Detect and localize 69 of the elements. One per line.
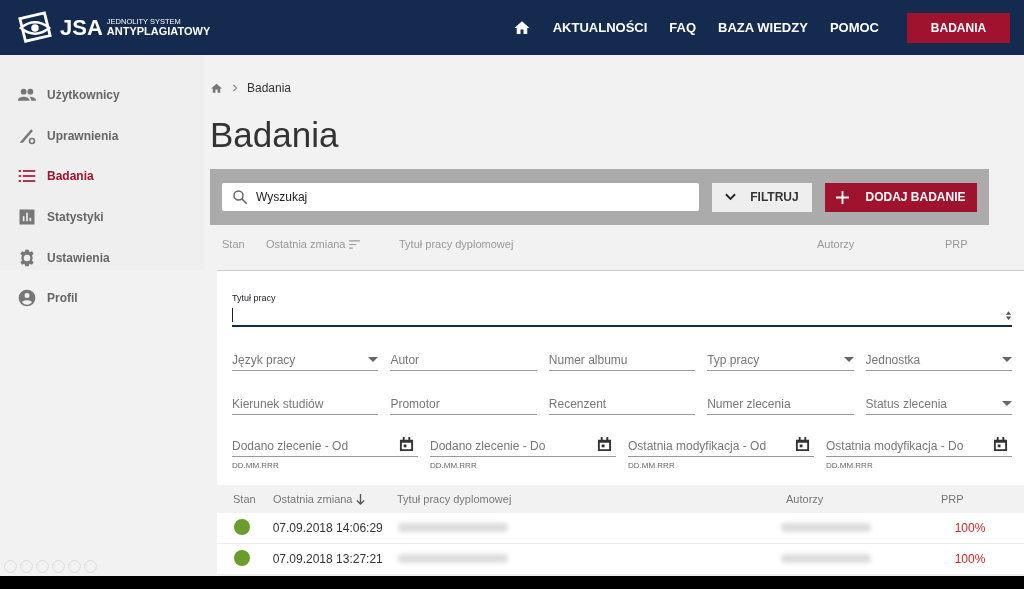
search-field[interactable]: Wyszukaj [222,183,699,211]
dropdown-field[interactable]: Język pracy [232,349,379,371]
chevron-down-icon [725,193,737,201]
nav-link[interactable]: POMOC [829,20,879,35]
eye-logo-icon [16,10,54,45]
input-field[interactable]: Recenzent [548,393,696,415]
date-field[interactable]: Dodano zlecenie - Od [232,435,418,457]
sidebar-item[interactable]: Statystyki [0,196,205,238]
column-header[interactable]: Stan [233,493,256,505]
sidebar-item[interactable]: Użytkownicy [0,75,205,116]
filter-button[interactable]: FILTRUJ [712,182,812,212]
add-study-button[interactable]: DODAJ BADANIE [825,182,977,212]
input-field[interactable]: Autor [390,349,537,371]
field-hint: DD.MM.RRR [628,461,675,470]
field-hint: DD.MM.RRR [826,461,873,470]
calendar-icon[interactable] [597,437,612,452]
input-field[interactable]: Numer zlecenia [707,393,854,415]
nav-link[interactable]: BAZA WIEDZY [718,20,808,35]
input-field[interactable]: Promotor [390,393,537,415]
column-header[interactable]: Autorzy [786,493,824,505]
field-hint: DD.MM.RRR [430,461,477,470]
column-header[interactable]: PRP [945,238,968,250]
column-header[interactable]: Ostatnia zmiana [273,493,353,505]
bar-chart-icon [17,207,37,228]
breadcrumb-item[interactable]: Badania [247,81,292,95]
date-field[interactable]: Ostatnia modyfikacja - Od [628,435,814,457]
chevron-right-icon [231,84,239,92]
table-cell: 100% [954,552,986,566]
title-input-field[interactable] [232,305,1012,327]
input-field[interactable]: Numer albumu [548,349,696,371]
sidebar-item[interactable]: Ustawienia [0,237,205,278]
page-title: Badania [210,115,340,155]
arrow-down-icon[interactable] [356,493,366,505]
calendar-icon[interactable] [993,437,1008,452]
column-header[interactable]: Stan [222,238,245,250]
caret-icon [1002,401,1012,406]
nav-link[interactable]: FAQ [669,20,697,35]
user-icon [17,288,37,309]
plus-icon [836,190,850,204]
column-header[interactable]: PRP [941,493,964,505]
table-cell: 100% [954,521,986,535]
spinner-icon[interactable] [1005,309,1012,321]
calendar-icon[interactable] [795,437,810,452]
table-cell: 07.09.2018 14:06:29 [272,521,383,535]
profile-link[interactable]: Profil [0,277,205,319]
dropdown-field[interactable]: Typ pracy [707,349,854,371]
caret-icon [1002,357,1012,362]
column-header[interactable]: Autorzy [817,238,855,250]
date-field[interactable]: Dodano zlecenie - Do [430,435,616,457]
sidebar-item[interactable]: Badania [0,156,205,197]
dropdown-field[interactable]: Jednostka [865,349,1012,371]
caret-icon [843,357,854,362]
column-header[interactable]: Ostatnia zmiana [266,238,346,250]
nav-link[interactable]: AKTUALNOŚCI [552,20,648,35]
sort-icon[interactable] [349,239,361,249]
logo-text: JSA [60,14,103,41]
column-header[interactable]: Tytuł pracy dyplomowej [399,238,514,250]
badania-button[interactable]: BADANIA [907,12,1010,43]
date-field[interactable]: Ostatnia modyfikacja - Do [826,435,1012,457]
input-field[interactable]: Kierunek studiów [232,393,379,415]
field-label: Tytuł pracy [232,293,276,303]
calendar-icon[interactable] [399,437,414,452]
logo-title: ANTYPLAGIATOWY [106,25,211,37]
caret-icon [368,357,379,362]
sidebar-item[interactable]: Uprawnienia [0,115,205,157]
dropdown-field[interactable]: Status zlecenia [865,393,1012,415]
table-cell: 07.09.2018 13:27:21 [272,552,383,566]
column-header[interactable]: Tytuł pracy dyplomowej [397,493,512,505]
field-hint: DD.MM.RRR [232,461,279,470]
